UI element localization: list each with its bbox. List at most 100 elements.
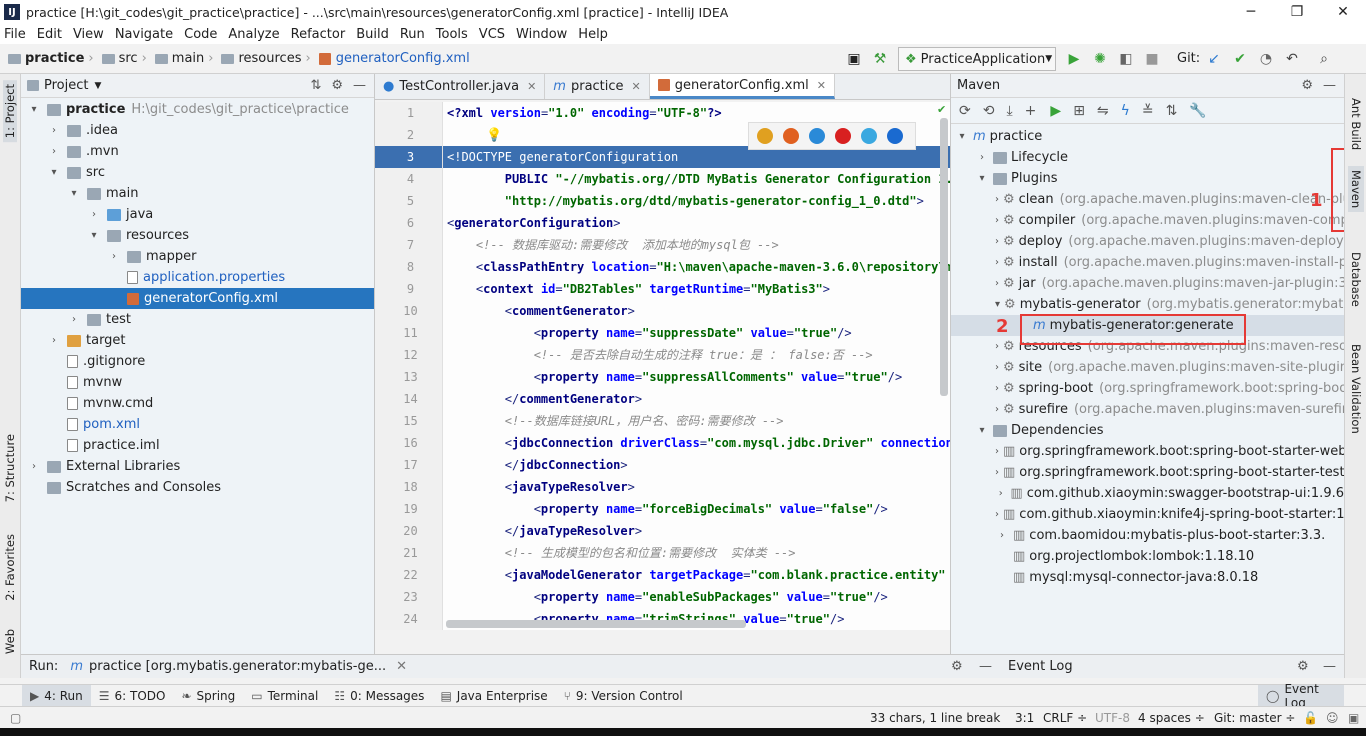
chevron-down-icon[interactable]: ▾ (975, 425, 989, 436)
code-line[interactable]: "http://mybatis.org/dtd/mybatis-generato… (443, 190, 950, 212)
menu-help[interactable]: Help (578, 27, 608, 42)
run-icon[interactable]: ▶ (1050, 103, 1061, 119)
status-encoding[interactable]: UTF-8 (1095, 711, 1130, 725)
project-tree-item[interactable]: ▾ resources (21, 225, 374, 246)
code-line[interactable]: </javaTypeResolver> (443, 520, 950, 542)
breadcrumb-resources[interactable]: resources › (221, 51, 314, 66)
chevron-right-icon[interactable]: › (995, 404, 999, 415)
status-caret-position[interactable]: 3:1 (1015, 711, 1034, 725)
tool-spring[interactable]: ❧ Spring (173, 685, 243, 707)
maven-tree-item[interactable]: › ⚙ compiler (org.apache.maven.plugins:mave… (951, 210, 1344, 231)
editor-vertical-scrollbar[interactable] (940, 118, 948, 396)
git-history-icon[interactable]: ◔ (1254, 48, 1278, 70)
project-tree-item[interactable]: › .idea (21, 120, 374, 141)
notifications-icon[interactable]: ▣ (1348, 711, 1359, 725)
wrench-icon[interactable]: 🔧 (1189, 103, 1206, 119)
menu-edit[interactable]: Edit (37, 27, 62, 42)
chevron-right-icon[interactable]: › (995, 362, 999, 373)
maven-tree-item[interactable]: › ⚙ deploy (org.apache.maven.plugins:maven-… (951, 231, 1344, 252)
menu-vcs[interactable]: VCS (479, 27, 505, 42)
close-icon[interactable]: ✕ (817, 79, 826, 92)
tool-version-control[interactable]: ⑂ 9: Version Control (556, 685, 691, 707)
generate-sources-icon[interactable]: ⟲ (983, 103, 995, 119)
close-icon[interactable]: ✕ (396, 659, 407, 674)
code-line[interactable]: <context id="DB2Tables" targetRuntime="M… (443, 278, 950, 300)
chevron-down-icon[interactable]: ▾ (87, 230, 101, 241)
menu-analyze[interactable]: Analyze (228, 27, 279, 42)
chevron-right-icon[interactable]: › (995, 215, 999, 226)
code-line[interactable]: </commentGenerator> (443, 388, 950, 410)
project-tree-item[interactable]: pom.xml (21, 414, 374, 435)
maven-tree-item[interactable]: › ▥ org.springframework.boot:spring-boot-s… (951, 462, 1344, 483)
code-line[interactable]: <property name="forceBigDecimals" value=… (443, 498, 950, 520)
maven-tree-item[interactable]: ▥ mysql:mysql-connector-java:8.0.18 (951, 567, 1344, 588)
chevron-right-icon[interactable]: › (975, 152, 989, 163)
skip-tests-icon[interactable]: ϟ (1121, 103, 1130, 119)
toggle-offline-icon[interactable]: ⇋ (1097, 103, 1109, 119)
tab-web[interactable]: Web (3, 629, 17, 654)
code-line[interactable]: <commentGenerator> (443, 300, 950, 322)
code-line[interactable]: </jdbcConnection> (443, 454, 950, 476)
project-tree-item[interactable]: generatorConfig.xml (21, 288, 374, 309)
chevron-right-icon[interactable]: › (47, 335, 61, 346)
gear-icon[interactable]: ⚙ (951, 659, 963, 674)
hide-icon[interactable]: — (1323, 78, 1336, 93)
tab-structure[interactable]: 7: Structure (3, 434, 17, 502)
status-line-separator[interactable]: CRLF ÷ (1043, 711, 1087, 725)
maven-tree-item[interactable]: › Lifecycle (951, 147, 1344, 168)
code-editor[interactable]: <?xml version="1.0" encoding="UTF-8"?> <!… (443, 102, 950, 630)
project-tree-item[interactable]: › External Libraries (21, 456, 374, 477)
maven-tree-item[interactable]: › ⚙ clean (org.apache.maven.plugins:maven-c… (951, 189, 1344, 210)
chevron-right-icon[interactable]: › (995, 467, 999, 478)
project-tree-item[interactable]: › .mvn (21, 141, 374, 162)
project-tree-item[interactable]: .gitignore (21, 351, 374, 372)
intention-bulb-icon[interactable]: 💡 (486, 128, 502, 143)
collapse-icon[interactable]: ⇅ (310, 78, 321, 93)
menu-code[interactable]: Code (184, 27, 217, 42)
chevron-down-icon[interactable]: ▾ (995, 299, 1000, 310)
maven-tree-item[interactable]: › ⚙ spring-boot (org.springframework.boot:s… (951, 378, 1344, 399)
opera-icon[interactable] (835, 128, 851, 144)
gear-icon[interactable]: ⚙ (331, 78, 343, 93)
tab-testcontroller[interactable]: ● TestController.java ✕ (375, 74, 546, 99)
tool-event-log[interactable]: ◯ Event Log (1258, 682, 1344, 710)
run-icon[interactable]: ▶ (1062, 48, 1086, 70)
maven-tree-item[interactable]: ▾ Dependencies (951, 420, 1344, 441)
chevron-right-icon[interactable]: › (995, 446, 999, 457)
code-line[interactable]: <javaTypeResolver> (443, 476, 950, 498)
breadcrumb-practice[interactable]: practice › (8, 51, 98, 66)
maximize-button[interactable]: ❐ (1274, 0, 1320, 24)
code-line[interactable]: <javaModelGenerator targetPackage="com.b… (443, 564, 950, 586)
project-tree-item[interactable]: Scratches and Consoles (21, 477, 374, 498)
maven-tree-item[interactable]: ▾ Plugins (951, 168, 1344, 189)
maven-tree-item[interactable]: › ▥ com.github.xiaoymin:swagger-bootstrap-… (951, 483, 1344, 504)
chevron-down-icon[interactable]: ▾ (47, 167, 61, 178)
code-line[interactable]: <property name="enableSubPackages" value… (443, 586, 950, 608)
edge-icon[interactable] (887, 128, 903, 144)
code-line[interactable]: <!--数据库链接URL，用户名、密码:需要修改 --> (443, 410, 950, 432)
chevron-right-icon[interactable]: › (67, 314, 81, 325)
chevron-right-icon[interactable]: › (995, 236, 999, 247)
tab-maven[interactable]: Maven (1348, 166, 1364, 213)
hide-icon[interactable]: — (353, 78, 366, 93)
maven-tree-item[interactable]: › ⚙ surefire (org.apache.maven.plugins:mave… (951, 399, 1344, 420)
project-tree-item[interactable]: ▾ main (21, 183, 374, 204)
tab-project[interactable]: 1: Project (3, 80, 17, 143)
menu-tools[interactable]: Tools (436, 27, 468, 42)
inspector-icon[interactable]: ☺ (1326, 711, 1339, 725)
chevron-right-icon[interactable]: › (995, 383, 999, 394)
menu-navigate[interactable]: Navigate (115, 27, 173, 42)
editor-horizontal-scrollbar[interactable] (446, 620, 746, 628)
debug-icon[interactable]: ✺ (1088, 48, 1112, 70)
maven-tree-item[interactable]: › ⚙ jar (org.apache.maven.plugins:maven-jar… (951, 273, 1344, 294)
project-tree-item[interactable]: ▾ src (21, 162, 374, 183)
breadcrumb-main[interactable]: main › (154, 51, 218, 66)
project-tree-item[interactable]: mvnw (21, 372, 374, 393)
chevron-down-icon[interactable]: ▾ (27, 104, 41, 115)
firefox-icon[interactable] (783, 128, 799, 144)
stop-icon[interactable]: ■ (1140, 48, 1164, 70)
maven-tree-item[interactable]: ▥ org.projectlombok:lombok:1.18.10 (951, 546, 1344, 567)
chevron-down-icon[interactable]: ▼ (94, 81, 101, 91)
lock-icon[interactable]: 🔓 (1303, 711, 1318, 725)
code-line[interactable]: <?xml version="1.0" encoding="UTF-8"?> (443, 102, 950, 124)
